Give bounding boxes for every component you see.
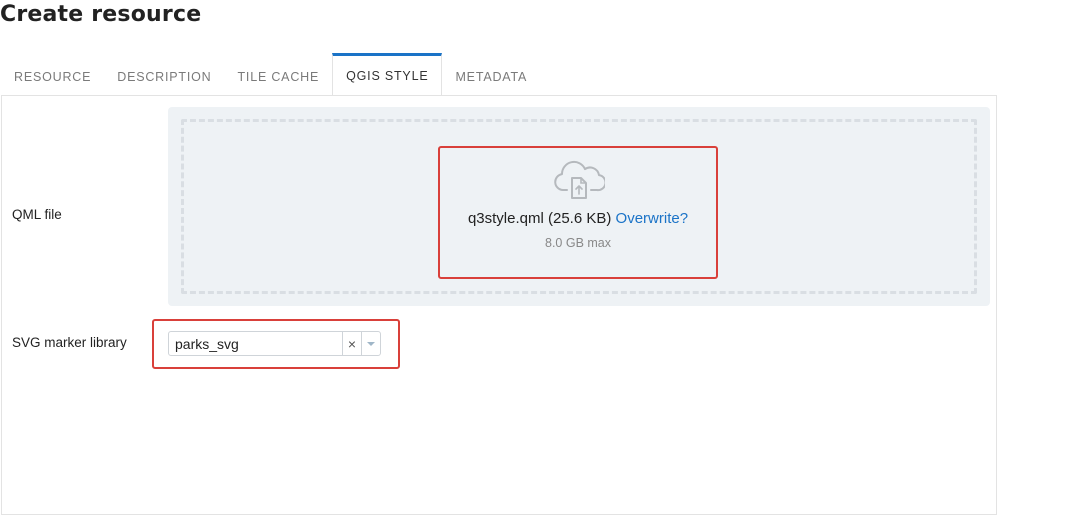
tab-description[interactable]: DESCRIPTION xyxy=(104,55,224,96)
tab-bar: RESOURCE DESCRIPTION TILE CACHE QGIS STY… xyxy=(1,53,540,96)
tab-metadata[interactable]: METADATA xyxy=(442,55,540,96)
chevron-down-icon[interactable] xyxy=(361,332,380,355)
file-size: (25.6 KB) xyxy=(547,210,612,227)
tab-resource[interactable]: RESOURCE xyxy=(1,55,104,96)
max-size-note: 8.0 GB max xyxy=(545,236,611,250)
tab-tile-cache[interactable]: TILE CACHE xyxy=(224,55,332,96)
clear-icon[interactable]: × xyxy=(342,332,361,355)
cloud-upload-icon xyxy=(554,160,605,199)
qml-file-label: QML file xyxy=(12,207,62,222)
uploaded-file-info: q3style.qml (25.6 KB) Overwrite? xyxy=(440,210,716,227)
overwrite-link[interactable]: Overwrite? xyxy=(616,210,689,227)
svg-marker-library-label: SVG marker library xyxy=(12,335,127,350)
svg-library-select[interactable]: parks_svg × xyxy=(168,331,381,356)
file-name: q3style.qml xyxy=(467,210,544,227)
svg-library-select-value: parks_svg xyxy=(175,335,239,352)
tab-qgis-style[interactable]: QGIS STYLE xyxy=(332,53,443,95)
page-title: Create resource xyxy=(0,2,202,27)
